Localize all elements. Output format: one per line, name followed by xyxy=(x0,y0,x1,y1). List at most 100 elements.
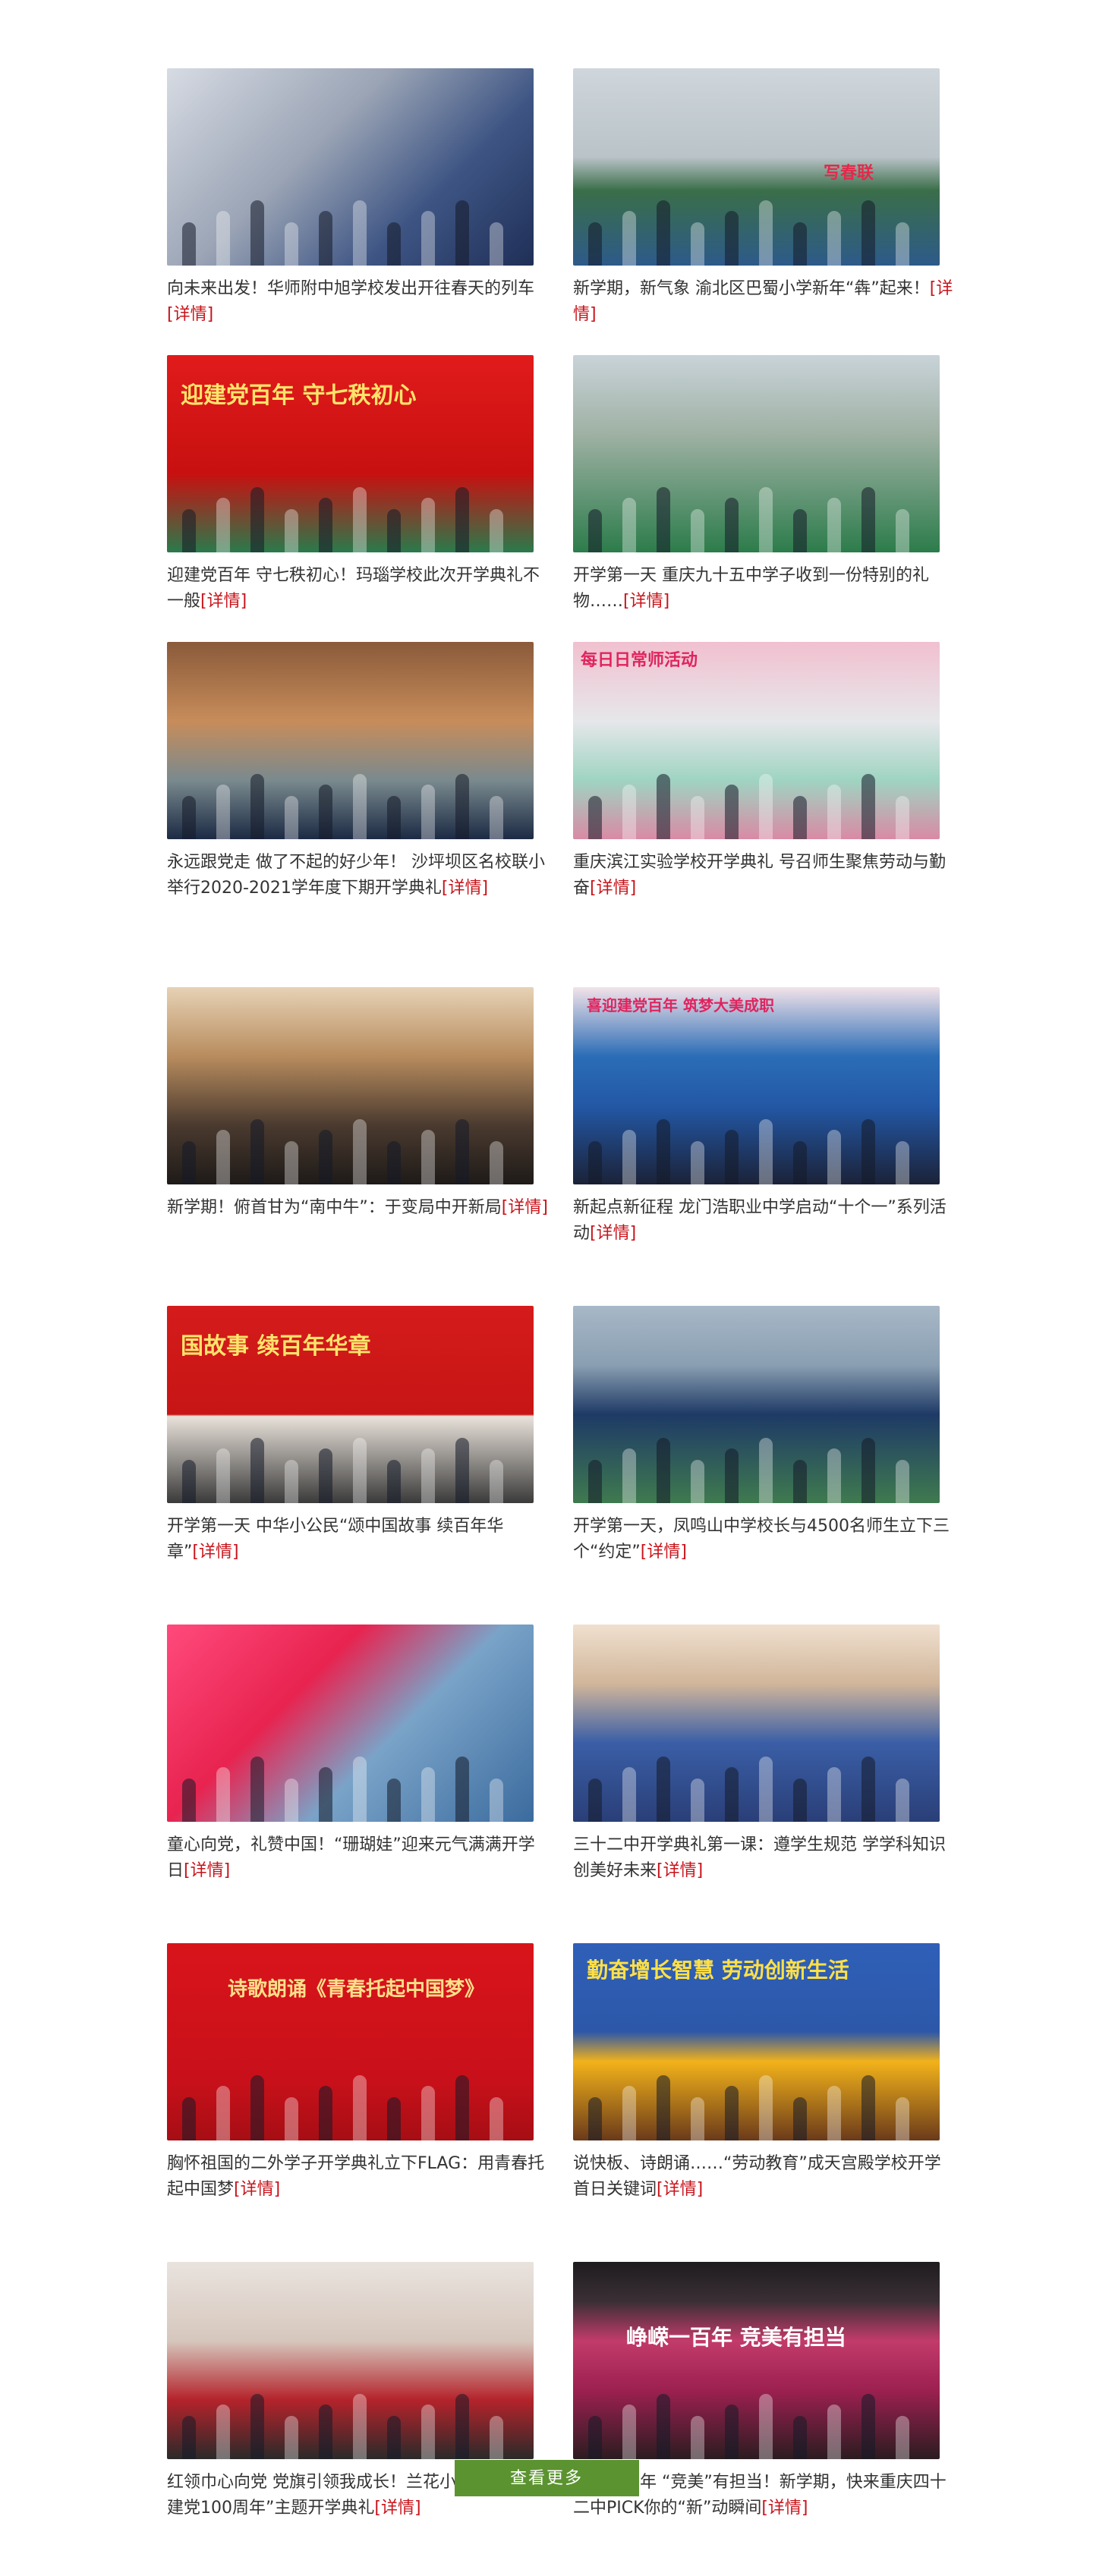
figure-shape xyxy=(353,2393,367,2459)
news-thumbnail[interactable] xyxy=(167,68,534,266)
news-caption[interactable]: 新学期！俯首甘为“南中牛”：于变局中开新局[详情] xyxy=(167,1195,550,1221)
figure-shape xyxy=(725,2405,739,2459)
figure-shape xyxy=(182,1140,196,1184)
figure-shape xyxy=(657,1118,670,1184)
news-card[interactable]: 喜迎建党百年 筑梦大美成职新起点新征程 龙门浩职业中学启动“十个一”系列活动[详… xyxy=(573,987,956,1306)
news-card[interactable]: 国故事 续百年华章开学第一天 中华小公民“颂中国故事 续百年华章”[详情] xyxy=(167,1306,550,1625)
details-link[interactable]: [详情] xyxy=(234,2180,280,2199)
photo-figures xyxy=(167,2380,534,2459)
news-caption[interactable]: 迎建党百年 守七秩初心！玛瑙学校此次开学典礼不一般[详情] xyxy=(167,563,550,615)
news-caption[interactable]: 新学期，新气象 渝北区巴蜀小学新年“犇”起来！[详情] xyxy=(573,276,956,328)
news-thumbnail[interactable]: 喜迎建党百年 筑梦大美成职 xyxy=(573,987,940,1184)
news-caption[interactable]: 开学第一天 重庆九十五中学子收到一份特别的礼物……[详情] xyxy=(573,563,956,615)
news-title[interactable]: 永远跟党走 做了不起的好少年！ 沙坪坝区名校联小举行2020-2021学年度下期… xyxy=(167,853,545,898)
figure-shape xyxy=(827,2086,841,2140)
news-caption[interactable]: 重庆滨江实验学校开学典礼 号召师生聚焦劳动与勤奋[详情] xyxy=(573,850,956,901)
news-card[interactable]: 每日日常师活动重庆滨江实验学校开学典礼 号召师生聚焦劳动与勤奋[详情] xyxy=(573,642,956,987)
news-caption[interactable]: 永远跟党走 做了不起的好少年！ 沙坪坝区名校联小举行2020-2021学年度下期… xyxy=(167,850,550,901)
news-caption[interactable]: 开学第一天 中华小公民“颂中国故事 续百年华章”[详情] xyxy=(167,1514,550,1565)
news-card[interactable]: 三十二中开学典礼第一课：遵学生规范 学学科知识 创美好未来[详情] xyxy=(573,1625,956,1943)
news-card[interactable]: 新学期！俯首甘为“南中牛”：于变局中开新局[详情] xyxy=(167,987,550,1306)
details-link[interactable]: [详情] xyxy=(657,1861,703,1880)
news-title[interactable]: 三十二中开学典礼第一课：遵学生规范 学学科知识 创美好未来 xyxy=(573,1835,946,1880)
figure-shape xyxy=(421,2405,435,2459)
news-thumbnail[interactable]: 写春联 xyxy=(573,68,940,266)
figure-shape xyxy=(250,1118,264,1184)
news-title[interactable]: 说快板、诗朗诵……“劳动教育”成天宫殿学校开学首日关键词 xyxy=(573,2154,941,2199)
figure-shape xyxy=(353,1437,367,1503)
news-title[interactable]: 向未来出发！华师附中旭学校发出开往春天的列车 xyxy=(167,279,534,298)
news-thumbnail[interactable] xyxy=(167,2262,534,2459)
figure-shape xyxy=(657,486,670,552)
details-link[interactable]: [详情] xyxy=(374,2499,421,2518)
figure-shape xyxy=(319,1767,332,1822)
news-caption[interactable]: 三十二中开学典礼第一课：遵学生规范 学学科知识 创美好未来[详情] xyxy=(573,1832,956,1884)
figure-shape xyxy=(896,508,909,552)
news-thumbnail[interactable] xyxy=(167,1625,534,1822)
news-card[interactable]: 红领巾心向党 党旗引领我成长！兰花小学举行“喜迎建党100周年”主题开学典礼[详… xyxy=(167,2262,550,2549)
news-thumbnail[interactable] xyxy=(573,355,940,552)
news-title[interactable]: 开学第一天，凤鸣山中学校长与4500名师生立下三个“约定” xyxy=(573,1517,950,1562)
figure-shape xyxy=(455,1437,469,1503)
figure-shape xyxy=(691,795,704,839)
news-card[interactable]: 迎建党百年 守七秩初心迎建党百年 守七秩初心！玛瑙学校此次开学典礼不一般[详情] xyxy=(167,355,550,642)
details-link[interactable]: [详情] xyxy=(442,879,488,898)
news-title[interactable]: 胸怀祖国的二外学子开学典礼立下FLAG：用青春托起中国梦 xyxy=(167,2154,544,2199)
news-thumbnail[interactable]: 国故事 续百年华章 xyxy=(167,1306,534,1503)
news-caption[interactable]: 向未来出发！华师附中旭学校发出开往春天的列车 [详情] xyxy=(167,276,550,328)
figure-shape xyxy=(759,773,773,839)
figure-shape xyxy=(657,773,670,839)
news-card[interactable]: 峥嵘一百年 竞美有担当 峥嵘一百年 “竞美”有担当！新学期，快来重庆四十二中PIC… xyxy=(573,2262,956,2549)
details-link[interactable]: [详情] xyxy=(641,1543,687,1562)
details-link[interactable]: [详情] xyxy=(590,1224,636,1243)
figure-shape xyxy=(691,222,704,266)
news-thumbnail[interactable] xyxy=(167,987,534,1184)
figure-shape xyxy=(421,1130,435,1184)
figure-shape xyxy=(216,2405,230,2459)
figure-shape xyxy=(319,1448,332,1503)
news-caption[interactable]: 开学第一天，凤鸣山中学校长与4500名师生立下三个“约定”[详情] xyxy=(573,1514,956,1565)
news-title[interactable]: 新学期，新气象 渝北区巴蜀小学新年“犇”起来！ xyxy=(573,279,930,298)
details-link[interactable]: [详情] xyxy=(590,879,636,898)
news-thumbnail[interactable]: 诗歌朗诵《青春托起中国梦》 xyxy=(167,1943,534,2140)
load-more-button[interactable]: 查看更多 xyxy=(454,2460,639,2496)
photo-figures xyxy=(167,1743,534,1822)
news-card[interactable]: 开学第一天 重庆九十五中学子收到一份特别的礼物……[详情] xyxy=(573,355,956,642)
figure-shape xyxy=(182,508,196,552)
news-caption[interactable]: 童心向党，礼赞中国！“珊瑚娃”迎来元气满满开学日[详情] xyxy=(167,1832,550,1884)
figure-shape xyxy=(353,1756,367,1822)
news-card[interactable]: 永远跟党走 做了不起的好少年！ 沙坪坝区名校联小举行2020-2021学年度下期… xyxy=(167,642,550,987)
news-card[interactable]: 写春联新学期，新气象 渝北区巴蜀小学新年“犇”起来！[详情] xyxy=(573,68,956,355)
figure-shape xyxy=(588,1778,602,1822)
news-card[interactable]: 童心向党，礼赞中国！“珊瑚娃”迎来元气满满开学日[详情] xyxy=(167,1625,550,1943)
news-card[interactable]: 诗歌朗诵《青春托起中国梦》胸怀祖国的二外学子开学典礼立下FLAG：用青春托起中国… xyxy=(167,1943,550,2262)
news-caption[interactable]: 新起点新征程 龙门浩职业中学启动“十个一”系列活动[详情] xyxy=(573,1195,956,1247)
news-thumbnail[interactable]: 迎建党百年 守七秩初心 xyxy=(167,355,534,552)
figure-shape xyxy=(793,2096,807,2140)
news-card[interactable]: 向未来出发！华师附中旭学校发出开往春天的列车 [详情] xyxy=(167,68,550,355)
figure-shape xyxy=(421,1448,435,1503)
news-thumbnail[interactable]: 峥嵘一百年 竞美有担当 xyxy=(573,2262,940,2459)
news-caption[interactable]: 胸怀祖国的二外学子开学典礼立下FLAG：用青春托起中国梦[详情] xyxy=(167,2151,550,2203)
news-thumbnail[interactable]: 勤奋增长智慧 劳动创新生活 xyxy=(573,1943,940,2140)
details-link[interactable]: [详情] xyxy=(167,305,213,324)
details-link[interactable]: [详情] xyxy=(502,1198,548,1217)
figure-shape xyxy=(861,2074,875,2140)
news-title[interactable]: 新学期！俯首甘为“南中牛”：于变局中开新局 xyxy=(167,1198,502,1217)
details-link[interactable]: [详情] xyxy=(200,592,247,611)
details-link[interactable]: [详情] xyxy=(184,1861,230,1880)
details-link[interactable]: [详情] xyxy=(623,592,669,611)
news-card[interactable]: 勤奋增长智慧 劳动创新生活说快板、诗朗诵……“劳动教育”成天宫殿学校开学首日关键… xyxy=(573,1943,956,2262)
news-grid: 向未来出发！华师附中旭学校发出开往春天的列车 [详情] 写春联新学期，新气象 渝北区… xyxy=(167,68,956,2549)
details-link[interactable]: [详情] xyxy=(761,2499,808,2518)
news-thumbnail[interactable] xyxy=(573,1306,940,1503)
figure-shape xyxy=(285,508,298,552)
news-caption[interactable]: 说快板、诗朗诵……“劳动教育”成天宫殿学校开学首日关键词[详情] xyxy=(573,2151,956,2203)
news-thumbnail[interactable] xyxy=(167,642,534,839)
details-link[interactable]: [详情] xyxy=(657,2180,703,2199)
news-card[interactable]: 开学第一天，凤鸣山中学校长与4500名师生立下三个“约定”[详情] xyxy=(573,1306,956,1625)
news-thumbnail[interactable]: 每日日常师活动 xyxy=(573,642,940,839)
news-thumbnail[interactable] xyxy=(573,1625,940,1822)
figure-shape xyxy=(725,498,739,552)
details-link[interactable]: [详情] xyxy=(192,1543,238,1562)
